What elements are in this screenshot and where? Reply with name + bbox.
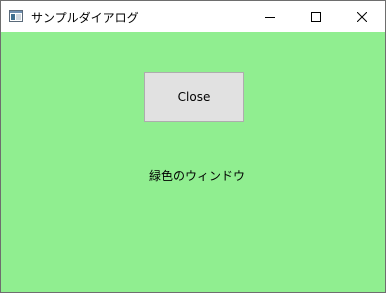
dialog-window: サンプルダイアログ Close 緑色のウィンドウ bbox=[0, 0, 386, 293]
close-window-button[interactable] bbox=[339, 1, 385, 32]
title-bar[interactable]: サンプルダイアログ bbox=[1, 1, 385, 32]
close-icon bbox=[357, 11, 367, 22]
window-title: サンプルダイアログ bbox=[31, 11, 139, 25]
minimize-icon bbox=[265, 16, 275, 18]
maximize-icon bbox=[311, 11, 321, 22]
maximize-button[interactable] bbox=[293, 1, 339, 32]
minimize-button[interactable] bbox=[247, 1, 293, 32]
app-window-icon bbox=[9, 10, 23, 22]
window-client-area: Close 緑色のウィンドウ bbox=[1, 32, 385, 292]
green-window-label: 緑色のウィンドウ bbox=[149, 169, 246, 183]
close-button[interactable]: Close bbox=[144, 72, 244, 122]
